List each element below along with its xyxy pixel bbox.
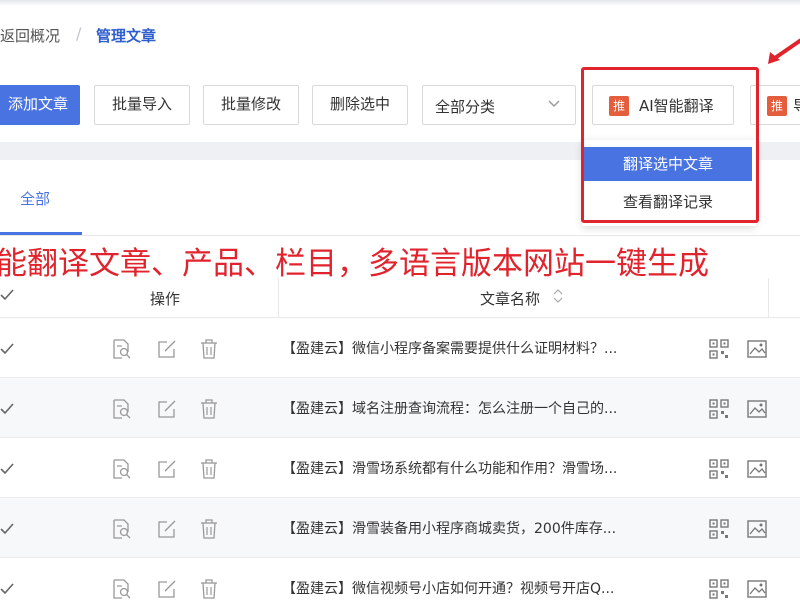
table-row: 【盈建云】滑雪场系统都有什么功能和作用？滑雪场...	[0, 438, 800, 498]
recommend-tag-icon: 推	[767, 96, 787, 116]
row-checkbox[interactable]	[0, 580, 16, 598]
trash-icon[interactable]	[198, 578, 220, 600]
column-divider	[278, 278, 279, 318]
image-icon[interactable]	[746, 338, 768, 360]
breadcrumb-back-link[interactable]: 返回概况	[0, 25, 60, 46]
edit-icon[interactable]	[156, 338, 178, 360]
delete-selected-button[interactable]: 删除选中	[312, 85, 408, 125]
breadcrumb-current: 管理文章	[96, 27, 157, 45]
row-checkbox[interactable]	[0, 400, 16, 418]
breadcrumb-separator: /	[76, 24, 82, 43]
qrcode-icon[interactable]	[708, 458, 730, 480]
preview-icon[interactable]	[110, 458, 132, 480]
qrcode-icon[interactable]	[708, 578, 730, 600]
preview-icon[interactable]	[110, 398, 132, 420]
article-title[interactable]: 【盈建云】微信小程序备案需要提供什么证明材料？...	[282, 338, 656, 358]
table-row: 【盈建云】微信视频号小店如何开通？视频号开店Q...	[0, 558, 800, 600]
qrcode-icon[interactable]	[708, 518, 730, 540]
image-icon[interactable]	[746, 518, 768, 540]
table-row: 【盈建云】滑雪装备用小程序商城卖货，200件库存...	[0, 498, 800, 558]
trash-icon[interactable]	[198, 338, 220, 360]
annotation-highlight-box	[581, 67, 759, 223]
article-title[interactable]: 【盈建云】域名注册查询流程：怎么注册一个自己的...	[282, 398, 656, 418]
tab-active-indicator	[0, 232, 82, 235]
sort-icon[interactable]	[552, 288, 564, 304]
preview-icon[interactable]	[110, 578, 132, 600]
article-title[interactable]: 【盈建云】滑雪装备用小程序商城卖货，200件库存...	[282, 518, 656, 538]
qrcode-icon[interactable]	[708, 398, 730, 420]
trash-icon[interactable]	[198, 518, 220, 540]
table-header: 操作 文章名称	[0, 278, 800, 318]
top-shadow	[0, 0, 800, 6]
trash-icon[interactable]	[198, 398, 220, 420]
image-icon[interactable]	[746, 398, 768, 420]
column-divider	[768, 278, 769, 318]
trash-icon[interactable]	[198, 458, 220, 480]
article-title[interactable]: 【盈建云】微信视频号小店如何开通？视频号开店Q...	[282, 578, 656, 598]
table-row: 【盈建云】域名注册查询流程：怎么注册一个自己的...	[0, 378, 800, 438]
annotation-arrow-icon	[768, 38, 800, 64]
preview-icon[interactable]	[110, 518, 132, 540]
category-select-value: 全部分类	[435, 98, 496, 116]
batch-edit-button[interactable]: 批量修改	[203, 85, 299, 125]
edit-icon[interactable]	[156, 578, 178, 600]
category-select[interactable]: 全部分类	[422, 85, 576, 125]
tab-all[interactable]: 全部	[20, 188, 50, 209]
qrcode-icon[interactable]	[708, 338, 730, 360]
promo-banner-text: 能翻译文章、产品、栏目，多语言版本网站一键生成	[0, 246, 709, 282]
add-article-button[interactable]: 添加文章	[0, 85, 80, 125]
column-header-ops: 操作	[150, 290, 181, 308]
breadcrumb: 返回概况 / 管理文章	[0, 0, 800, 66]
image-icon[interactable]	[746, 458, 768, 480]
promo-banner: 能翻译文章、产品、栏目，多语言版本网站一键生成	[0, 236, 800, 282]
table-row: 【盈建云】微信小程序备案需要提供什么证明材料？...	[0, 318, 800, 378]
chevron-down-icon	[548, 100, 560, 107]
batch-import-button[interactable]: 批量导入	[94, 85, 190, 125]
select-all-checkbox[interactable]	[0, 286, 16, 304]
row-checkbox[interactable]	[0, 520, 16, 538]
edit-icon[interactable]	[156, 398, 178, 420]
next-toolbar-label: 导	[793, 95, 800, 116]
article-title[interactable]: 【盈建云】滑雪场系统都有什么功能和作用？滑雪场...	[282, 458, 656, 478]
column-header-title[interactable]: 文章名称	[480, 288, 540, 309]
row-checkbox[interactable]	[0, 340, 16, 358]
preview-icon[interactable]	[110, 338, 132, 360]
edit-icon[interactable]	[156, 458, 178, 480]
row-checkbox[interactable]	[0, 460, 16, 478]
edit-icon[interactable]	[156, 518, 178, 540]
image-icon[interactable]	[746, 578, 768, 600]
